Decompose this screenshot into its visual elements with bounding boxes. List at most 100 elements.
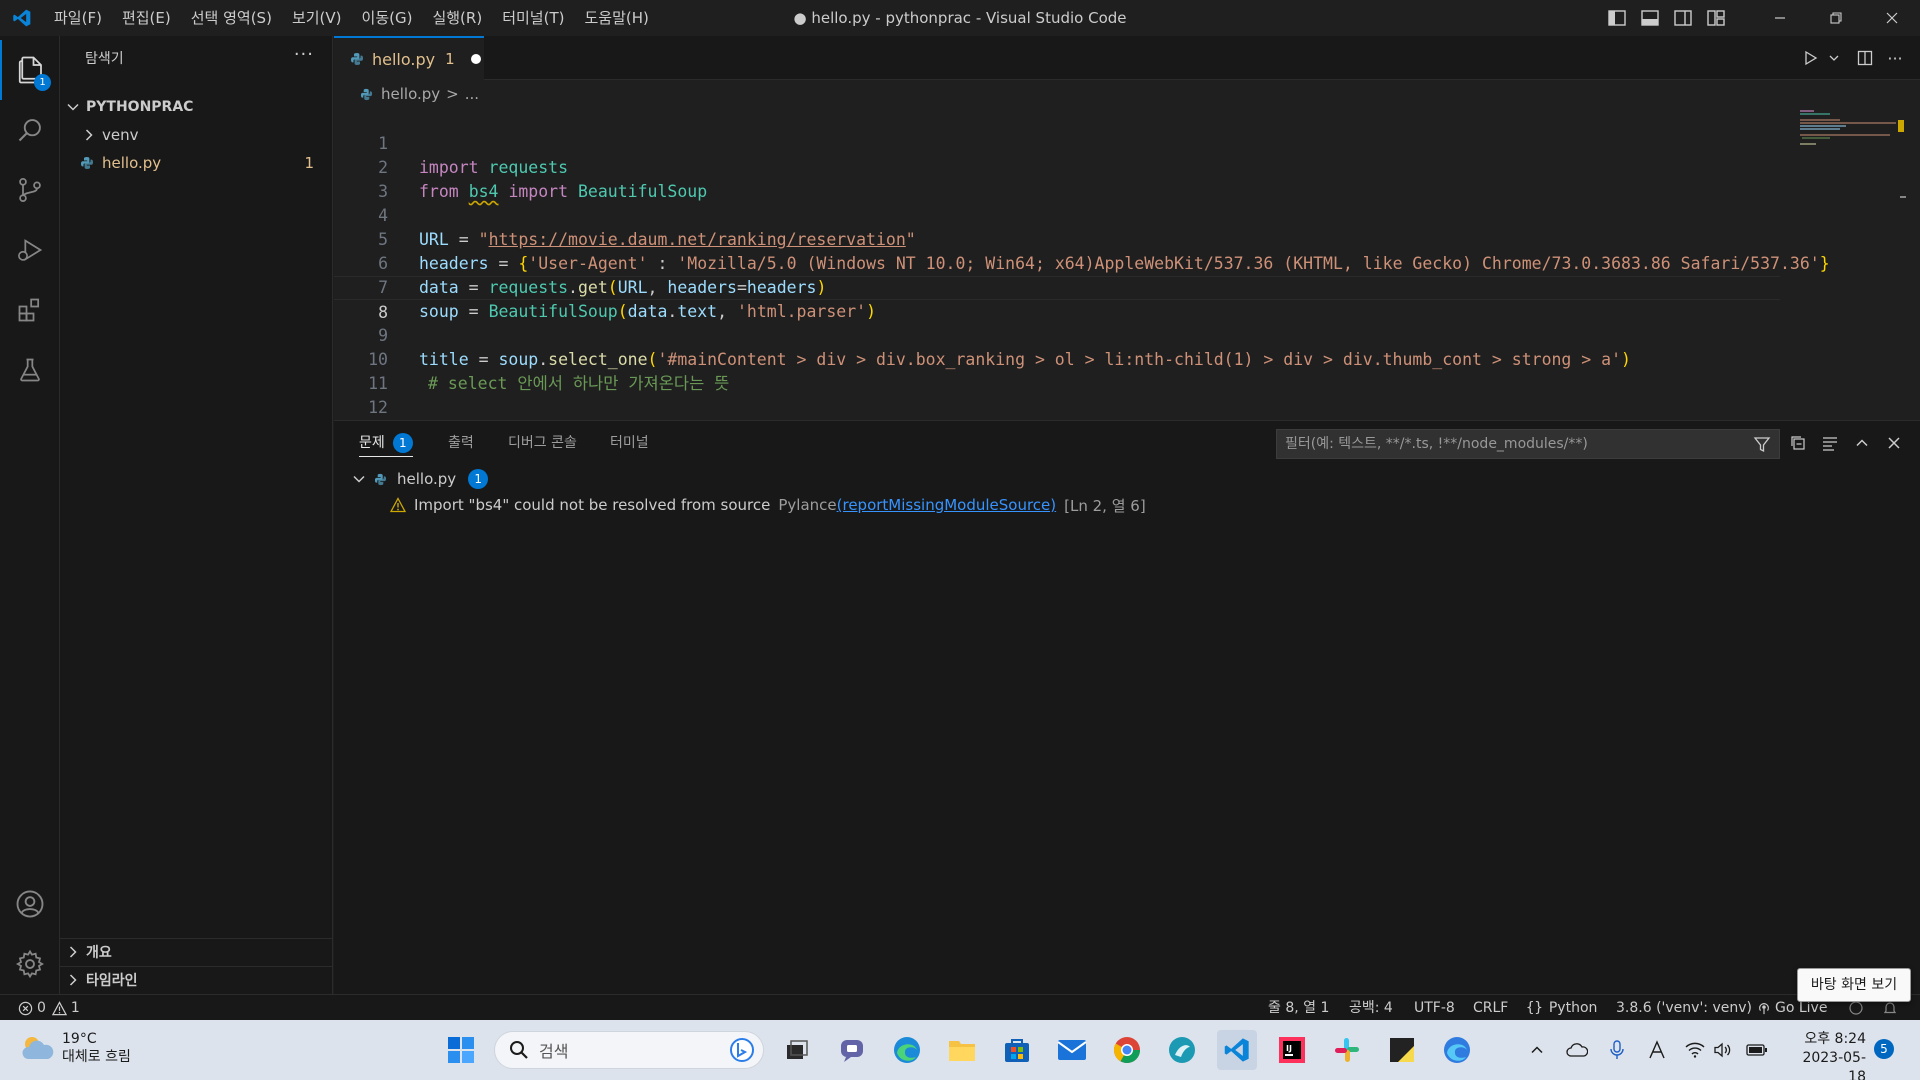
code-line: 2 from bs4 import BeautifulSoup	[334, 132, 1780, 201]
start-button-icon[interactable]	[441, 1030, 481, 1070]
project-folder[interactable]: PYTHONPRAC	[60, 94, 332, 120]
microsoft-store-icon[interactable]	[997, 1030, 1037, 1070]
close-panel-icon[interactable]	[1882, 431, 1906, 455]
minimap[interactable]	[1788, 108, 1906, 420]
tab-terminal[interactable]: 터미널	[610, 433, 649, 457]
gear-icon[interactable]	[0, 934, 60, 994]
close-icon[interactable]	[1864, 0, 1920, 36]
code-line-current: 8	[334, 276, 1780, 322]
problems-file-count: 1	[468, 469, 489, 489]
split-editor-icon[interactable]	[1850, 36, 1880, 80]
collapse-all-icon[interactable]	[1786, 431, 1810, 455]
taskbar-search[interactable]: 검색	[494, 1031, 764, 1069]
menu-help[interactable]: 도움말(H)	[574, 0, 658, 36]
sticky-notes-icon[interactable]	[1382, 1030, 1422, 1070]
tree-item-venv[interactable]: venv	[60, 122, 332, 148]
vscode-taskbar-icon[interactable]	[1217, 1030, 1257, 1070]
run-debug-icon[interactable]	[0, 220, 60, 280]
edge-dev-icon[interactable]	[1437, 1030, 1477, 1070]
status-problems[interactable]: 0 1	[18, 995, 80, 1021]
problem-item[interactable]: Import "bs4" could not be resolved from …	[390, 493, 1146, 517]
filter-input[interactable]	[1285, 436, 1745, 452]
notification-badge[interactable]: 5	[1874, 1039, 1894, 1059]
filter-icon[interactable]	[1753, 436, 1771, 454]
run-dropdown-chevron-icon[interactable]	[1826, 36, 1842, 80]
status-cursor-position[interactable]: 줄 8, 열 1	[1268, 995, 1329, 1021]
explorer-icon[interactable]: 1	[0, 40, 60, 100]
menu-edit[interactable]: 편집(E)	[112, 0, 181, 36]
menu-go[interactable]: 이동(G)	[352, 0, 423, 36]
title-bar: 파일(F) 편집(E) 선택 영역(S) 보기(V) 이동(G) 실행(R) 터…	[0, 0, 1920, 36]
intellij-icon[interactable]: IJ	[1272, 1030, 1312, 1070]
menu-selection[interactable]: 선택 영역(S)	[181, 0, 282, 36]
python-app-icon[interactable]	[1162, 1030, 1202, 1070]
wifi-icon[interactable]	[1683, 1038, 1707, 1062]
minimize-icon[interactable]	[1752, 0, 1808, 36]
view-as-list-icon[interactable]	[1818, 431, 1842, 455]
svg-text:IJ: IJ	[1286, 1044, 1292, 1053]
slack-icon[interactable]	[1327, 1030, 1367, 1070]
tab-hello-py[interactable]: hello.py 1	[334, 36, 484, 80]
tree-item-label: venv	[102, 126, 139, 144]
run-file-icon[interactable]	[1796, 36, 1826, 80]
menu-run[interactable]: 실행(R)	[422, 0, 492, 36]
ime-icon[interactable]	[1645, 1038, 1669, 1062]
maximize-panel-icon[interactable]	[1850, 431, 1874, 455]
microphone-icon[interactable]	[1605, 1038, 1629, 1062]
code-line: 10 # select 안에서 하나만 가져온다는 뜻	[334, 324, 1780, 393]
vscode-logo-icon[interactable]	[0, 0, 44, 36]
customize-layout-icon[interactable]	[1699, 0, 1732, 36]
status-language[interactable]: {} Python	[1526, 995, 1597, 1021]
tab-problems[interactable]: 문제 1	[359, 433, 413, 457]
menu-file[interactable]: 파일(F)	[44, 0, 112, 36]
breadcrumb-symbols[interactable]: ...	[465, 85, 479, 103]
tab-debug-console[interactable]: 디버그 콘솔	[508, 433, 577, 457]
taskbar-clock[interactable]: 오후 8:24 2023-05-18	[1786, 1030, 1866, 1080]
sidebar-more-button[interactable]: ···	[294, 44, 314, 65]
onedrive-icon[interactable]	[1565, 1038, 1589, 1062]
toggle-panel-icon[interactable]	[1633, 0, 1666, 36]
accounts-icon[interactable]	[0, 874, 60, 934]
status-interpreter[interactable]: 3.8.6 ('venv': venv)	[1616, 995, 1752, 1021]
teams-chat-icon[interactable]	[832, 1030, 872, 1070]
extensions-icon[interactable]	[0, 280, 60, 340]
tree-item-hello-py[interactable]: hello.py 1	[60, 150, 332, 176]
restore-icon[interactable]	[1808, 0, 1864, 36]
problems-file-row[interactable]: hello.py 1	[352, 467, 489, 491]
problem-code-link[interactable]: (reportMissingModuleSource)	[837, 496, 1057, 514]
show-hidden-icons-chevron-icon[interactable]	[1525, 1038, 1549, 1062]
mail-icon[interactable]	[1052, 1030, 1092, 1070]
code-editor[interactable]: 1 import requests 2 from bs4 import Beau…	[334, 108, 1920, 441]
problems-badge: 1	[392, 433, 413, 453]
project-name: PYTHONPRAC	[86, 99, 194, 115]
editor-more-icon[interactable]: ···	[1880, 36, 1910, 80]
volume-icon[interactable]	[1711, 1038, 1735, 1062]
weather-widget[interactable]: 19°C 대체로 흐림	[20, 1030, 131, 1066]
tab-output[interactable]: 출력	[448, 433, 474, 457]
outline-section[interactable]: 개요	[60, 938, 332, 964]
testing-icon[interactable]	[0, 340, 60, 400]
bing-icon	[730, 1038, 754, 1062]
edge-icon[interactable]	[887, 1030, 927, 1070]
menu-view[interactable]: 보기(V)	[282, 0, 352, 36]
search-icon[interactable]	[0, 100, 60, 160]
unsaved-dot-icon[interactable]	[470, 54, 481, 64]
chevron-down-icon	[353, 475, 365, 483]
battery-icon[interactable]	[1745, 1038, 1769, 1062]
chevron-right-icon	[69, 945, 77, 958]
toggle-secondary-sidebar-icon[interactable]	[1666, 0, 1699, 36]
breadcrumb-file[interactable]: hello.py	[381, 85, 440, 103]
toggle-sidebar-icon[interactable]	[1600, 0, 1633, 36]
status-encoding[interactable]: UTF-8	[1414, 995, 1455, 1021]
file-explorer-icon[interactable]	[942, 1030, 982, 1070]
task-view-icon[interactable]	[777, 1030, 817, 1070]
status-error-count: 0	[37, 999, 46, 1016]
status-indentation[interactable]: 공백: 4	[1349, 995, 1393, 1021]
menu-terminal[interactable]: 터미널(T)	[492, 0, 574, 36]
title-controls	[1600, 0, 1920, 36]
chrome-icon[interactable]	[1107, 1030, 1147, 1070]
status-eol[interactable]: CRLF	[1473, 995, 1508, 1021]
code-line: 3	[334, 156, 1780, 201]
timeline-section[interactable]: 타임라인	[60, 966, 332, 992]
source-control-icon[interactable]	[0, 160, 60, 220]
